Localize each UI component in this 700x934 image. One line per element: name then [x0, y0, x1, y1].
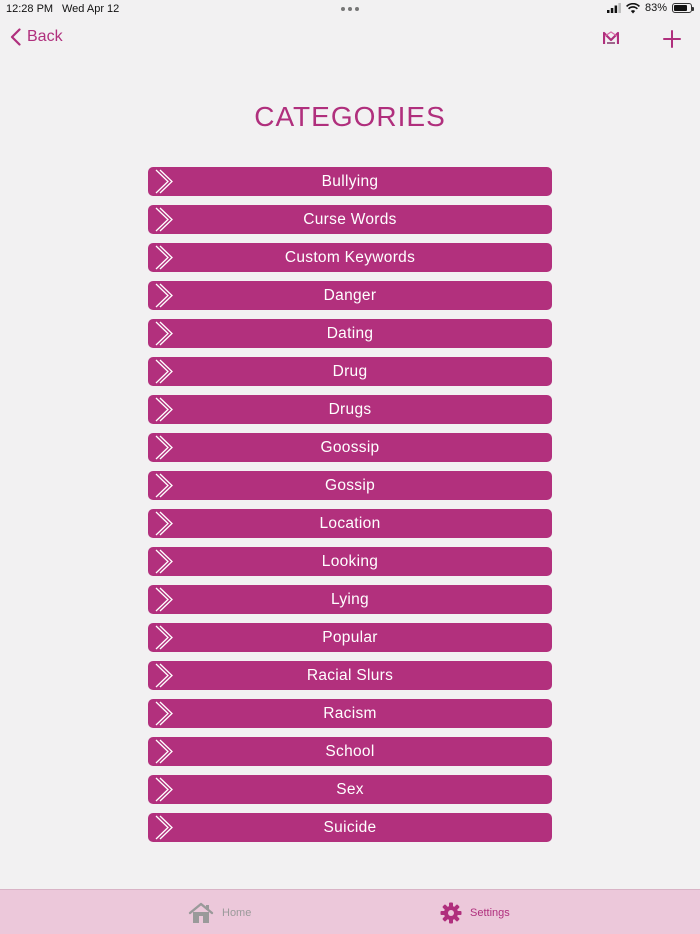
- category-item[interactable]: Drugs: [148, 395, 552, 424]
- status-time: 12:28 PM: [6, 3, 54, 15]
- category-item[interactable]: Gossip: [148, 471, 552, 500]
- cellular-signal-icon: [606, 3, 621, 13]
- double-chevron-right-icon: [155, 359, 173, 384]
- category-item[interactable]: Lying: [148, 585, 552, 614]
- tab-home[interactable]: Home: [188, 890, 251, 934]
- double-chevron-right-icon: [155, 397, 173, 422]
- page-title: CATEGORIES: [254, 101, 446, 132]
- category-item[interactable]: Looking: [148, 547, 552, 576]
- category-label: Lying: [331, 590, 369, 608]
- category-label: Custom Keywords: [284, 248, 416, 266]
- double-chevron-right-icon: [155, 777, 173, 802]
- category-label: Gossip: [324, 476, 376, 494]
- category-label: Racism: [323, 704, 377, 722]
- tab-home-label: Home: [222, 906, 252, 919]
- app-logo-icon[interactable]: [603, 31, 619, 45]
- tab-bar: Home Settings: [0, 889, 700, 934]
- double-chevron-right-icon: [155, 739, 173, 764]
- category-label: Popular: [322, 628, 378, 646]
- category-label: Danger: [323, 286, 377, 304]
- double-chevron-right-icon: [155, 701, 173, 726]
- category-item[interactable]: School: [148, 737, 552, 766]
- tab-settings[interactable]: Settings: [440, 890, 510, 934]
- tab-settings-label: Settings: [470, 906, 510, 919]
- double-chevron-right-icon: [155, 245, 173, 270]
- category-item[interactable]: Bullying: [148, 167, 552, 196]
- category-item[interactable]: Racism: [148, 699, 552, 728]
- category-item[interactable]: Danger: [148, 281, 552, 310]
- back-label: Back: [27, 28, 63, 45]
- double-chevron-right-icon: [155, 169, 173, 194]
- category-label: Suicide: [323, 818, 377, 836]
- category-list: Bullying Curse Words Custom Keywords Danger…: [148, 167, 552, 842]
- category-label: Drug: [332, 362, 368, 380]
- category-item[interactable]: Drug: [148, 357, 552, 386]
- multitasking-dots-icon[interactable]: [341, 7, 359, 11]
- category-label: Bullying: [321, 172, 379, 190]
- category-label: Looking: [321, 552, 379, 570]
- double-chevron-right-icon: [155, 625, 173, 650]
- double-chevron-right-icon: [155, 815, 173, 840]
- category-item[interactable]: Sex: [148, 775, 552, 804]
- double-chevron-right-icon: [155, 435, 173, 460]
- battery-icon: [672, 3, 694, 13]
- status-bar: 12:28 PM Wed Apr 12 83%: [0, 0, 700, 20]
- category-label: Sex: [336, 780, 364, 798]
- category-item[interactable]: Racial Slurs: [148, 661, 552, 690]
- back-button[interactable]: Back: [10, 28, 63, 46]
- category-item[interactable]: Location: [148, 509, 552, 538]
- chevron-left-icon: [10, 28, 21, 46]
- add-icon[interactable]: [661, 28, 683, 50]
- category-label: School: [325, 742, 375, 760]
- double-chevron-right-icon: [155, 207, 173, 232]
- category-item[interactable]: Popular: [148, 623, 552, 652]
- status-right: 83%: [606, 2, 694, 14]
- category-label: Dating: [326, 324, 374, 342]
- category-item[interactable]: Dating: [148, 319, 552, 348]
- category-label: Location: [319, 514, 381, 532]
- category-item[interactable]: Custom Keywords: [148, 243, 552, 272]
- double-chevron-right-icon: [155, 321, 173, 346]
- double-chevron-right-icon: [155, 663, 173, 688]
- category-label: Drugs: [328, 400, 372, 418]
- category-label: Racial Slurs: [306, 666, 394, 684]
- double-chevron-right-icon: [155, 511, 173, 536]
- double-chevron-right-icon: [155, 283, 173, 308]
- category-label: Goossip: [320, 438, 380, 456]
- category-item[interactable]: Goossip: [148, 433, 552, 462]
- wifi-icon: [626, 2, 640, 13]
- double-chevron-right-icon: [155, 587, 173, 612]
- battery-percentage: 83%: [644, 2, 667, 14]
- category-item[interactable]: Suicide: [148, 813, 552, 842]
- home-icon: [188, 902, 214, 923]
- category-label: Curse Words: [303, 210, 397, 228]
- double-chevron-right-icon: [155, 549, 173, 574]
- gear-icon: [440, 902, 462, 923]
- status-date: Wed Apr 12: [62, 3, 120, 15]
- category-item[interactable]: Curse Words: [148, 205, 552, 234]
- double-chevron-right-icon: [155, 473, 173, 498]
